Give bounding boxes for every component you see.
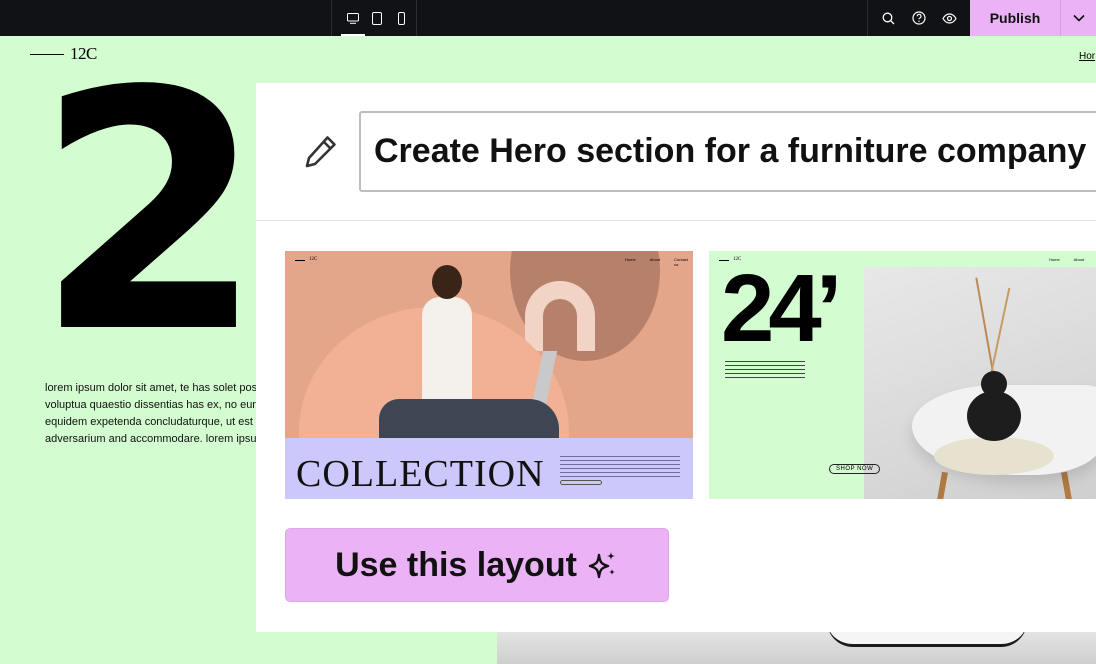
chair-photo: [864, 267, 1096, 499]
chair-leg: [1061, 471, 1073, 499]
mini-nav: Home About Co: [1049, 257, 1096, 262]
layout-hero-number: 24’: [721, 255, 842, 362]
help-icon: [912, 11, 926, 25]
hero-image: [497, 631, 1096, 664]
collection-text-lines: [560, 456, 680, 480]
mini-nav-item: Home: [1049, 257, 1060, 262]
mini-nav-item: Home: [625, 257, 636, 262]
mini-nav-item: Contact us: [674, 257, 688, 267]
prompt-input[interactable]: [359, 111, 1096, 192]
person-shape: [422, 297, 472, 407]
vase-top: [981, 371, 1007, 397]
mini-nav-item: About: [649, 257, 661, 262]
nav-link-home[interactable]: Hor: [1079, 51, 1095, 62]
layout-generator-panel: 12C Home About Contact us COLLECTION 12C…: [256, 83, 1096, 632]
chair-shape: [827, 631, 1027, 647]
person-head-shape: [432, 265, 462, 299]
mini-nav: Home About Contact us: [625, 257, 693, 267]
publish-button[interactable]: Publish: [970, 0, 1060, 36]
person-legs-shape: [379, 399, 559, 439]
search-icon: [882, 12, 895, 24]
publish-options-button[interactable]: [1060, 0, 1096, 36]
sparkle-icon: [588, 552, 615, 579]
help-button[interactable]: [909, 8, 929, 28]
shop-now-mini-button: SHOP NOW: [829, 464, 881, 474]
preview-button[interactable]: [940, 8, 960, 28]
mini-logo-line: [295, 260, 305, 261]
chevron-down-icon: [1072, 14, 1085, 22]
layout-text-lines: [725, 361, 805, 381]
mini-nav-item: About: [1073, 257, 1085, 262]
arch-hole-shape: [543, 299, 577, 351]
vase-body: [967, 391, 1021, 441]
collection-mini-button: [560, 480, 602, 485]
use-layout-button[interactable]: Use this layout: [285, 528, 669, 602]
layout-option-24[interactable]: 12C 24’ Home About Co SHOP NOW: [709, 251, 1096, 499]
pencil-icon: [305, 136, 336, 168]
chair-seat: [934, 437, 1054, 475]
layout-option-collection[interactable]: 12C Home About Contact us COLLECTION: [285, 251, 693, 499]
panel-divider: [256, 220, 1096, 221]
mini-logo: 12C: [309, 257, 318, 262]
toolbar-tools: [867, 0, 970, 36]
collection-band: COLLECTION: [285, 438, 693, 499]
collection-headline: COLLECTION: [296, 453, 545, 495]
use-layout-label: Use this layout: [335, 545, 577, 584]
preview-eye-icon: [942, 12, 957, 24]
search-button[interactable]: [879, 8, 899, 28]
dried-stem: [989, 287, 1011, 377]
chair-leg: [936, 471, 948, 499]
